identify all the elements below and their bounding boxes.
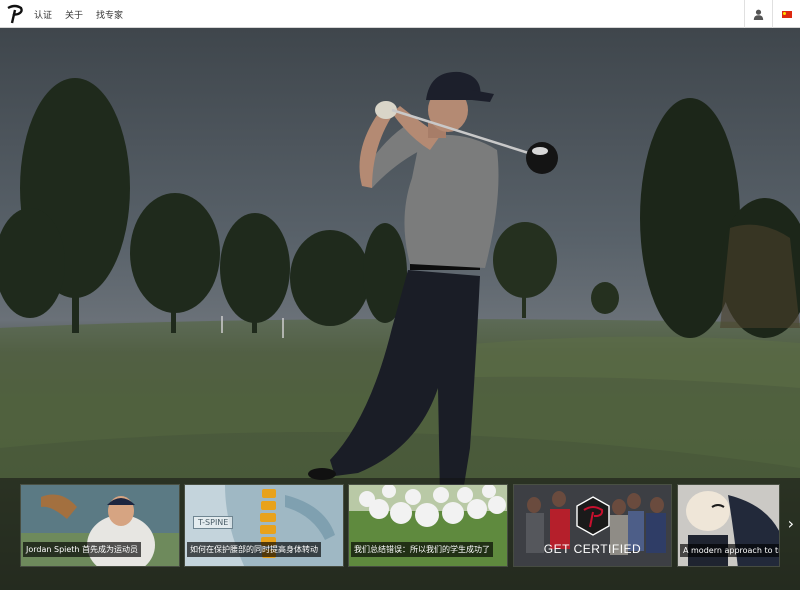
thumbnail-golf-balls[interactable]: 我们总结错误：所以我们的学生成功了	[348, 484, 508, 567]
header-tools	[744, 0, 800, 28]
china-flag-icon	[781, 10, 792, 18]
language-button[interactable]	[772, 0, 800, 28]
thumbnail-caption: 如何在保护腰部的同时提高身体转动	[187, 542, 321, 557]
main-nav: 认证 关于 找专家	[34, 0, 123, 28]
user-account-button[interactable]	[744, 0, 772, 28]
nav-item-about[interactable]: 关于	[65, 8, 83, 21]
top-navigation-bar: 认证 关于 找专家	[0, 0, 800, 28]
thumbnail-strip: Jordan Spieth 首先成为运动员 T-SPINE 如何在保护腰部的同时…	[0, 478, 800, 590]
next-arrow-icon[interactable]: ›	[788, 514, 794, 533]
thumbnail-modern-approach[interactable]: A modern approach to trai	[677, 484, 780, 567]
thumbnail-jordan-spieth[interactable]: Jordan Spieth 首先成为运动员	[20, 484, 180, 567]
get-certified-title: GET CERTIFIED	[543, 542, 642, 556]
t-spine-badge: T-SPINE	[193, 516, 234, 529]
nav-item-find-expert[interactable]: 找专家	[96, 8, 123, 21]
thumbnail-caption: 我们总结错误：所以我们的学生成功了	[351, 542, 493, 557]
nav-item-certification[interactable]: 认证	[34, 8, 52, 21]
thumbnail-t-spine[interactable]: T-SPINE 如何在保护腰部的同时提高身体转动	[184, 484, 344, 567]
thumbnail-caption: A modern approach to trai	[680, 544, 779, 557]
thumbnail-caption: Jordan Spieth 首先成为运动员	[23, 542, 142, 557]
tpi-logo[interactable]	[4, 3, 26, 25]
user-icon	[753, 9, 764, 20]
thumbnail-get-certified[interactable]: GET CERTIFIED	[513, 484, 672, 567]
